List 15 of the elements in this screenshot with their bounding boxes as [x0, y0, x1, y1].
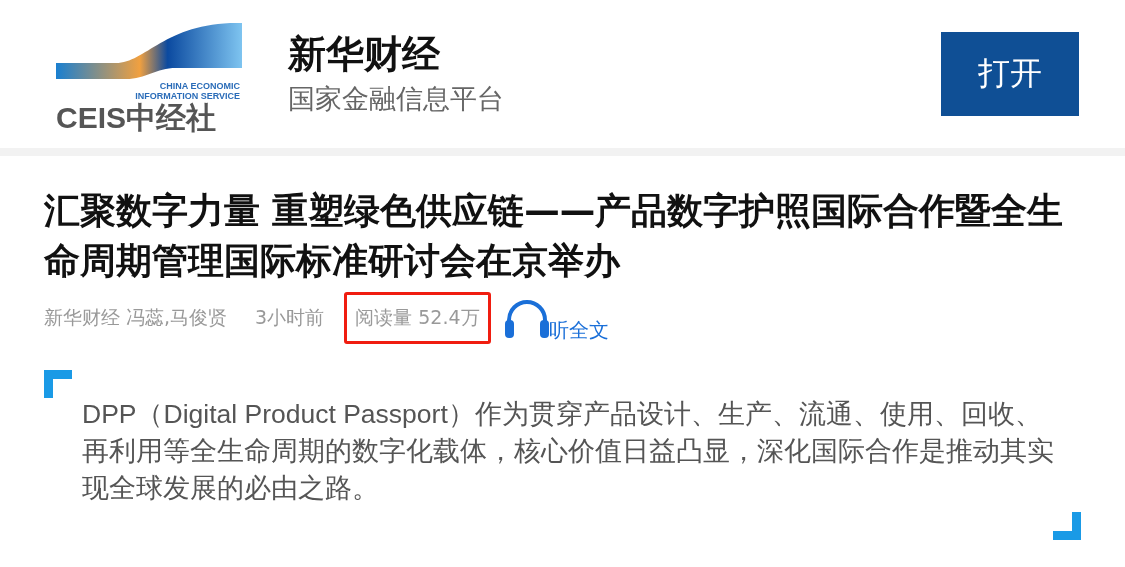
article-source: 新华财经 冯蕊,马俊贤 [44, 305, 228, 330]
quote-corner-icon [1053, 512, 1081, 540]
publish-time: 3小时前 [255, 305, 325, 330]
logo-text: CHINA ECONOMIC [159, 81, 240, 91]
article-title: 汇聚数字力量 重塑绿色供应链——产品数字护照国际合作暨全生命周期管理国际标准研讨会在京举办 [44, 189, 1065, 283]
article-summary: DPP（Digital Product Passport）作为贯穿产品设计、生产、流通、使用、回收、再利用等全生命周期的数字化载体，核心价值日益凸显，深化国际合作是推动其实现全球发展的必由之路。 [82, 398, 1055, 505]
open-button[interactable]: 打开 [941, 32, 1079, 116]
read-count: 阅读量 52.4万 [344, 292, 491, 344]
logo-wordmark: CEIS中经社 [56, 101, 217, 135]
app-name: 新华财经 [288, 31, 441, 78]
app-tagline: 国家金融信息平台 [288, 82, 505, 116]
listen-link[interactable]: 听全文 [548, 317, 609, 344]
quote-corner-icon [44, 370, 72, 398]
logo-swoosh-icon [56, 21, 242, 81]
logo-text: INFORMATION SERVICE [135, 91, 240, 101]
